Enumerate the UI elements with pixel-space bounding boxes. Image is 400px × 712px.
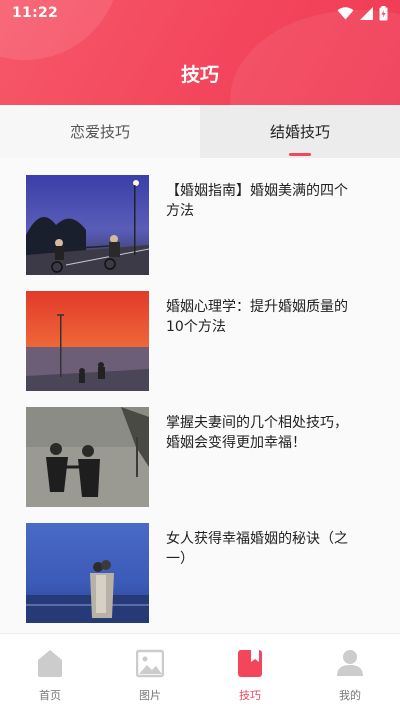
tabbar-label: 首页: [39, 689, 61, 702]
wifi-icon: [337, 7, 354, 20]
article-thumbnail: [26, 291, 149, 391]
list-item[interactable]: 【婚姻指南】婚姻美满的四个方法: [26, 175, 376, 275]
tab-marriage-tips[interactable]: 结婚技巧: [200, 105, 400, 158]
header: 11:22 技巧: [0, 0, 400, 105]
tabbar-item-home[interactable]: 首页: [0, 634, 100, 712]
image-icon: [136, 649, 164, 678]
tabbar-label: 我的: [339, 689, 361, 702]
tabbar-item-tips[interactable]: 技巧: [200, 634, 300, 712]
battery-icon: [379, 6, 388, 21]
signal-icon: [360, 7, 373, 20]
tab-active-indicator: [289, 153, 311, 156]
page-title: 技巧: [180, 64, 219, 86]
list-item[interactable]: 婚姻心理学：提升婚姻质量的10个方法: [26, 291, 376, 391]
list-item[interactable]: 掌握夫妻间的几个相处技巧，婚姻会变得更加幸福！: [26, 407, 376, 507]
article-thumbnail: [26, 175, 149, 275]
list-item[interactable]: 女人获得幸福婚姻的秘诀（之一）: [26, 523, 376, 623]
article-title: 掌握夫妻间的几个相处技巧，婚姻会变得更加幸福！: [166, 415, 348, 451]
article-title: 【婚姻指南】婚姻美满的四个方法: [166, 183, 348, 219]
header-decoration: [230, 10, 400, 105]
article-list[interactable]: 【婚姻指南】婚姻美满的四个方法 婚姻心理学：提升婚姻质量的10个方法 掌握夫妻间…: [0, 158, 400, 633]
article-title: 女人获得幸福婚姻的秘诀（之一）: [166, 531, 348, 567]
tabbar-label: 技巧: [239, 689, 261, 702]
book-icon: [238, 650, 262, 677]
bottom-tab-bar: 首页 图片 技巧 我的: [0, 633, 400, 712]
system-icons: [337, 6, 388, 21]
status-time: 11:22: [12, 5, 59, 21]
tabbar-item-images[interactable]: 图片: [100, 634, 200, 712]
tab-love-tips[interactable]: 恋爱技巧: [0, 105, 200, 158]
user-icon: [337, 650, 363, 676]
tab-bar-top: 恋爱技巧 结婚技巧: [0, 105, 400, 158]
article-thumbnail: [26, 523, 149, 623]
tabbar-label: 图片: [139, 689, 161, 702]
article-thumbnail: [26, 407, 149, 507]
home-icon: [38, 650, 62, 677]
article-title: 婚姻心理学：提升婚姻质量的10个方法: [166, 299, 348, 335]
tabbar-item-profile[interactable]: 我的: [300, 634, 400, 712]
